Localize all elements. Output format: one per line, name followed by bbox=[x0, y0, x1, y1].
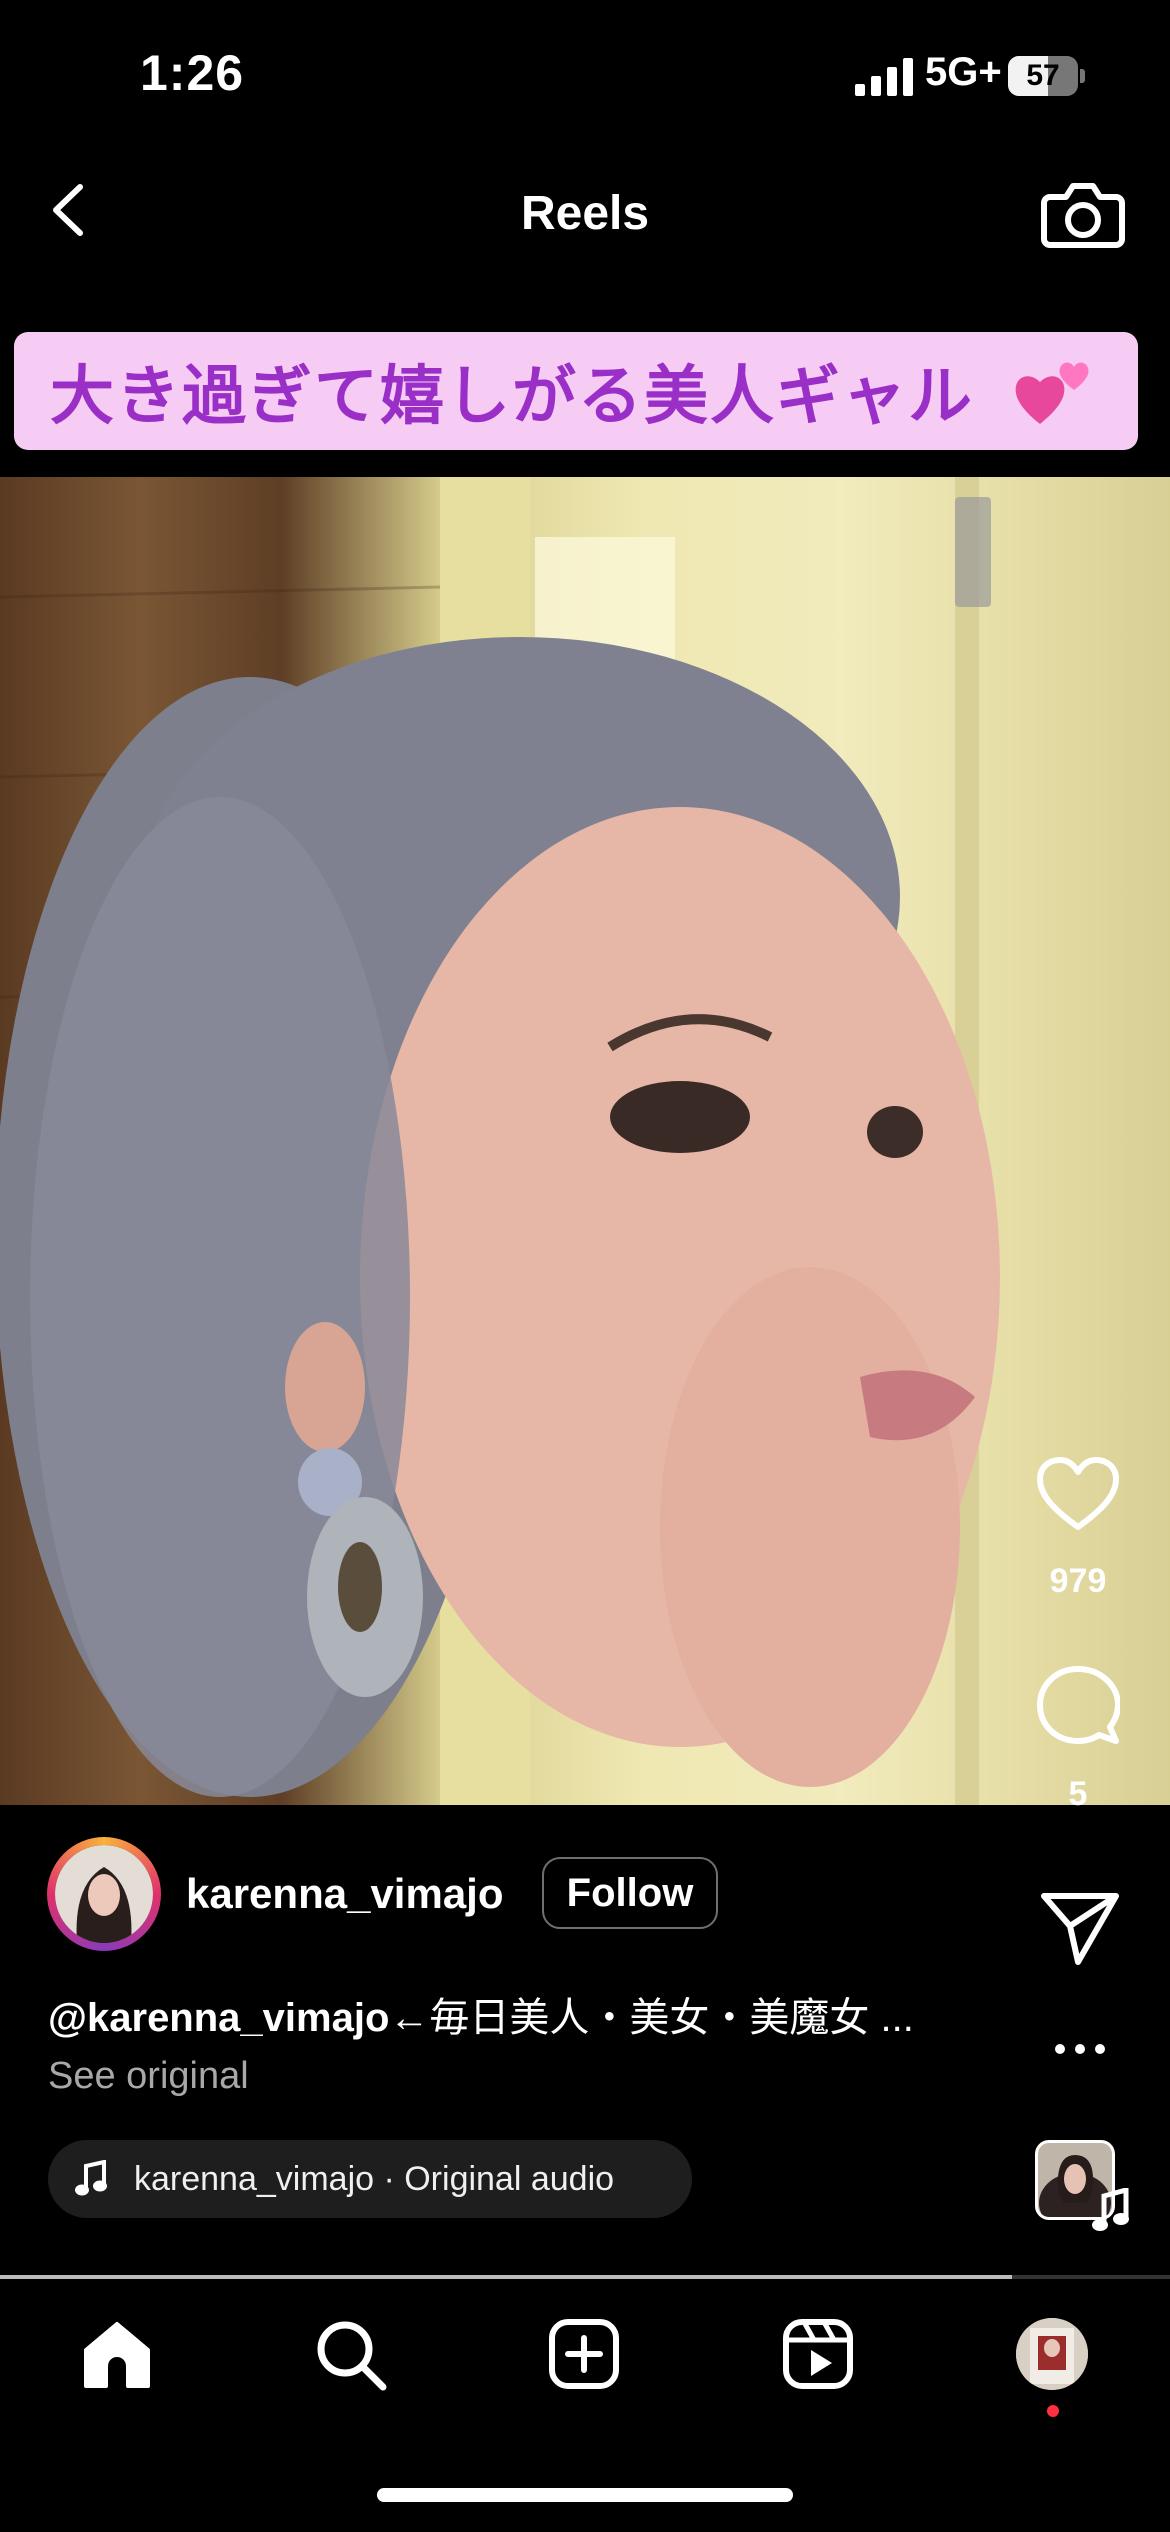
home-indicator bbox=[377, 2488, 793, 2502]
page-title: Reels bbox=[520, 187, 650, 240]
author-username[interactable]: karenna_vimajo bbox=[186, 1870, 504, 1918]
battery-indicator: 57 bbox=[1008, 56, 1086, 96]
like-count: 979 bbox=[1049, 1562, 1107, 1600]
see-original-link[interactable]: See original bbox=[48, 2055, 249, 2098]
two-hearts-icon bbox=[1015, 362, 1089, 424]
battery-percent: 57 bbox=[1026, 59, 1060, 92]
comment-count: 5 bbox=[1068, 1775, 1088, 1813]
reel-video[interactable] bbox=[0, 477, 1170, 1805]
music-note-icon bbox=[75, 2160, 107, 2196]
video-progress-bar[interactable] bbox=[0, 2275, 1170, 2279]
nav-search-icon[interactable] bbox=[314, 2318, 388, 2392]
status-time: 1:26 bbox=[140, 45, 245, 101]
follow-button[interactable]: Follow bbox=[542, 1857, 718, 1929]
caption-text: ←毎日美人・美女・美魔女 ... bbox=[389, 1996, 914, 2040]
nav-create-icon[interactable] bbox=[548, 2318, 620, 2390]
post-caption[interactable]: @karenna_vimajo←毎日美人・美女・美魔女 ... bbox=[48, 1985, 914, 2043]
author-avatar[interactable] bbox=[47, 1837, 161, 1951]
comment-icon[interactable] bbox=[1036, 1665, 1120, 1749]
audio-label: karenna_vimajo · Original audio bbox=[134, 2159, 615, 2198]
nav-reels-icon[interactable] bbox=[782, 2318, 854, 2390]
caption-mention[interactable]: @karenna_vimajo bbox=[48, 1996, 389, 2040]
notification-dot bbox=[1047, 2405, 1059, 2417]
more-options-icon[interactable] bbox=[1052, 2034, 1108, 2064]
like-heart-icon[interactable] bbox=[1035, 1455, 1121, 1533]
video-caption-banner: 大き過ぎて嬉しがる美人ギャル bbox=[14, 332, 1138, 450]
avatar-image bbox=[55, 1845, 153, 1943]
cellular-signal-icon bbox=[855, 58, 913, 96]
audio-attribution[interactable]: karenna_vimajo · Original audio bbox=[48, 2140, 692, 2218]
network-type: 5G+ bbox=[925, 50, 1002, 94]
nav-profile-avatar[interactable] bbox=[1016, 2318, 1088, 2390]
music-note-icon bbox=[1092, 2188, 1129, 2231]
banner-text: 大き過ぎて嬉しがる美人ギャル bbox=[50, 360, 974, 434]
nav-home-icon[interactable] bbox=[80, 2320, 154, 2390]
camera-icon[interactable] bbox=[1040, 175, 1126, 251]
share-send-icon[interactable] bbox=[1040, 1890, 1120, 1966]
video-frame-illustration bbox=[0, 477, 1000, 1805]
video-progress-fill bbox=[0, 2275, 1013, 2279]
